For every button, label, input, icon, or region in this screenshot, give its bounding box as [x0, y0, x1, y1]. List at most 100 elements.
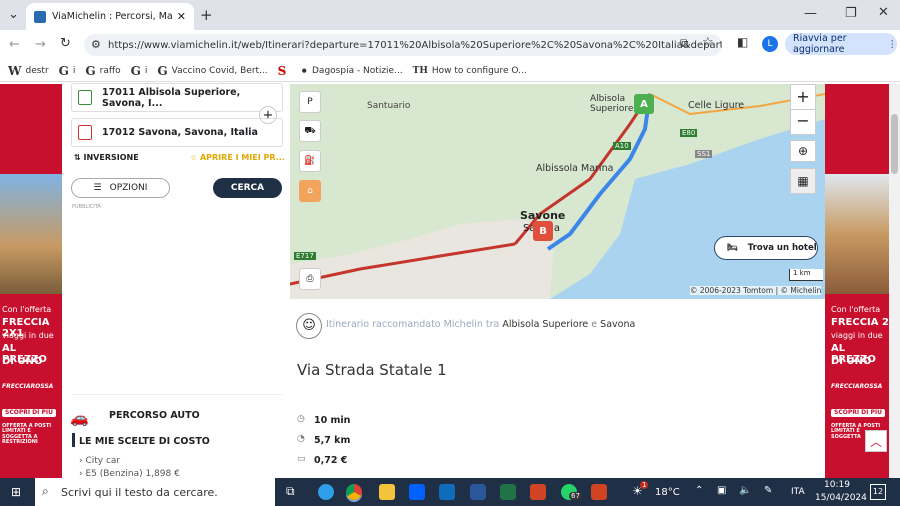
arrival-pin-icon — [78, 125, 92, 140]
profile-avatar[interactable]: L — [762, 36, 778, 52]
tab-viamichelin[interactable]: ViaMichelin : Percorsi, Mappe, ... ✕ — [26, 3, 194, 30]
zoom-in-button[interactable]: + — [790, 84, 816, 110]
taskbar-search[interactable]: ⌕ Scrivi qui il testo da cercare. — [35, 478, 275, 506]
distance-value: 5,7 km — [314, 435, 351, 446]
clock-date[interactable]: 15/04/2024 — [815, 493, 867, 503]
options-button[interactable]: ☰ OPZIONI — [71, 178, 170, 198]
windows-start-icon[interactable]: ⊞ — [11, 485, 21, 499]
zoom-out-button[interactable]: − — [790, 109, 816, 135]
parking-layer-icon[interactable]: P — [299, 91, 321, 113]
favorites-button[interactable]: ☆ APRIRE I MIEI PR... — [190, 153, 285, 162]
excel-icon[interactable] — [500, 484, 516, 500]
side-panel-icon[interactable]: ◧ — [737, 35, 748, 49]
map-place: Albissola Marina — [536, 163, 614, 174]
tray-app-icon[interactable]: ▣ — [717, 485, 726, 496]
bookmark-item[interactable]: Graffo — [85, 64, 120, 78]
bookmark-star-icon[interactable]: ☆ — [702, 35, 714, 50]
bookmark-item[interactable]: TH How to configure O... — [413, 66, 527, 76]
fuel-layer-icon[interactable]: ⛽ — [299, 150, 321, 172]
car-icon: 🚗 — [70, 409, 89, 427]
tab-list-icon[interactable]: ⌄ — [8, 7, 19, 22]
pen-icon[interactable]: ✎ — [764, 485, 772, 496]
arrival-field[interactable]: 17012 Savona, Savona, Italia — [71, 118, 283, 147]
clock-time[interactable]: 10:19 — [824, 480, 850, 490]
tab-strip: ⌄ ViaMichelin : Percorsi, Mappe, ... ✕ +… — [0, 0, 900, 30]
road-label: SS1 — [695, 150, 713, 158]
back-icon[interactable]: ← — [9, 37, 20, 52]
minimize-icon[interactable]: — — [804, 6, 817, 21]
volume-icon[interactable]: 🔈 — [739, 485, 751, 496]
outlook-icon[interactable] — [439, 484, 455, 500]
bookmark-item[interactable]: Wdestr — [8, 64, 49, 78]
michelin-man-icon: ☺ — [296, 313, 322, 339]
back-to-top-button[interactable]: ︿ — [865, 430, 887, 452]
ad-text: viaggi in due — [831, 331, 883, 340]
print-icon[interactable]: ⎙ — [299, 268, 321, 290]
route-form-panel: 17011 Albisola Superiore, Savona, I... +… — [62, 83, 290, 479]
notification-center-icon[interactable]: 12 — [870, 484, 886, 500]
route-summary: ☺ Itinerario raccomandato Michelin tra A… — [290, 299, 825, 478]
powerpoint-icon[interactable] — [530, 484, 546, 500]
ad-banner-left[interactable]: Con l'offerta FRECCIA 2X1 viaggi in due … — [0, 84, 62, 478]
chrome-icon[interactable] — [346, 484, 362, 500]
address-bar[interactable]: ⚙ https://www.viamichelin.it/web/Itinera… — [84, 34, 722, 56]
close-tab-icon[interactable]: ✕ — [177, 10, 186, 23]
relaunch-button[interactable]: Riavvia per aggiornare ⋮ — [785, 33, 897, 55]
reload-icon[interactable]: ↻ — [60, 36, 71, 51]
edge-icon[interactable] — [318, 484, 334, 500]
menu-dots-icon[interactable]: ⋮ — [888, 39, 898, 50]
language-indicator[interactable]: ITA — [791, 487, 805, 497]
map-copyright: © 2006-2023 Tomtom | © Michelin — [690, 286, 822, 295]
bookmark-item[interactable]: G Vaccino Covid, Bert... — [157, 64, 267, 78]
tray-chevron-icon[interactable]: ⌃ — [695, 485, 703, 496]
file-explorer-icon[interactable] — [379, 484, 395, 500]
map-place: Santuario — [367, 101, 411, 111]
app-icon[interactable] — [591, 484, 607, 500]
hotel-layer-icon[interactable]: ⌂ — [299, 180, 321, 202]
bookmark-item[interactable]: Gi — [59, 64, 76, 78]
site-info-icon[interactable]: ⚙ — [91, 38, 101, 51]
ad-label: PUBBLICITÀ — [72, 204, 101, 210]
departure-pin-icon — [78, 90, 92, 105]
cost-value: 0,72 € — [314, 455, 348, 466]
road-label: E80 — [680, 129, 698, 137]
bookmark-item[interactable]: S — [278, 64, 291, 78]
restore-icon[interactable]: ❐ — [845, 6, 857, 21]
ad-button[interactable]: SCOPRI DI PIÙ — [2, 409, 56, 418]
ad-button[interactable]: SCOPRI DI PIÙ — [831, 409, 885, 418]
car-route-title: PERCORSO AUTO — [109, 410, 200, 421]
clock-icon: ◷ — [297, 414, 305, 424]
arrival-value: 17012 Savona, Savona, Italia — [102, 127, 258, 138]
route-map[interactable]: Santuario Albisola Superiore Celle Ligur… — [290, 84, 825, 299]
departure-field[interactable]: 17011 Albisola Superiore, Savona, I... — [71, 83, 283, 112]
ad-banner-right[interactable]: Con l'offerta FRECCIA 2 viaggi in due AL… — [825, 84, 889, 478]
close-window-icon[interactable]: ✕ — [878, 5, 889, 20]
word-icon[interactable] — [470, 484, 486, 500]
car-type-link[interactable]: › City car — [79, 456, 120, 466]
bookmark-item[interactable]: Gi — [131, 64, 148, 78]
task-view-icon[interactable]: ⧉ — [286, 484, 295, 499]
route-intro: Itinerario raccomandato Michelin tra Alb… — [326, 319, 636, 330]
bookmark-item[interactable]: • Dagospia - Notizie... — [300, 64, 402, 78]
map-type-icon[interactable]: ▦ — [790, 168, 816, 194]
forward-icon[interactable]: → — [35, 37, 46, 52]
new-tab-icon[interactable]: + — [200, 6, 213, 24]
traffic-layer-icon[interactable]: ⛟ — [299, 120, 321, 142]
map-canvas — [290, 93, 825, 299]
departure-value: 17011 Albisola Superiore, Savona, I... — [102, 86, 241, 109]
inversion-button[interactable]: ⇅ INVERSIONE — [74, 153, 139, 162]
end-marker[interactable]: B — [533, 221, 553, 241]
michelin-favicon-icon — [34, 10, 46, 23]
locate-icon[interactable]: ⊕ — [790, 140, 816, 162]
find-hotel-button[interactable]: 🛏 Trova un hotel — [714, 236, 818, 260]
road-label: A10 — [613, 142, 631, 150]
duration-value: 10 min — [314, 415, 351, 426]
page-scrollbar[interactable] — [889, 84, 900, 478]
install-app-icon[interactable]: ⧉ — [680, 36, 689, 51]
ad-text: FRECCIA 2 — [831, 317, 889, 328]
dropbox-icon[interactable] — [409, 484, 425, 500]
search-button[interactable]: CERCA — [213, 178, 282, 198]
cost-choices-title: LE MIE SCELTE DI COSTO — [79, 436, 210, 447]
start-marker[interactable]: A — [634, 94, 654, 114]
sliders-icon: ☰ — [93, 183, 102, 193]
